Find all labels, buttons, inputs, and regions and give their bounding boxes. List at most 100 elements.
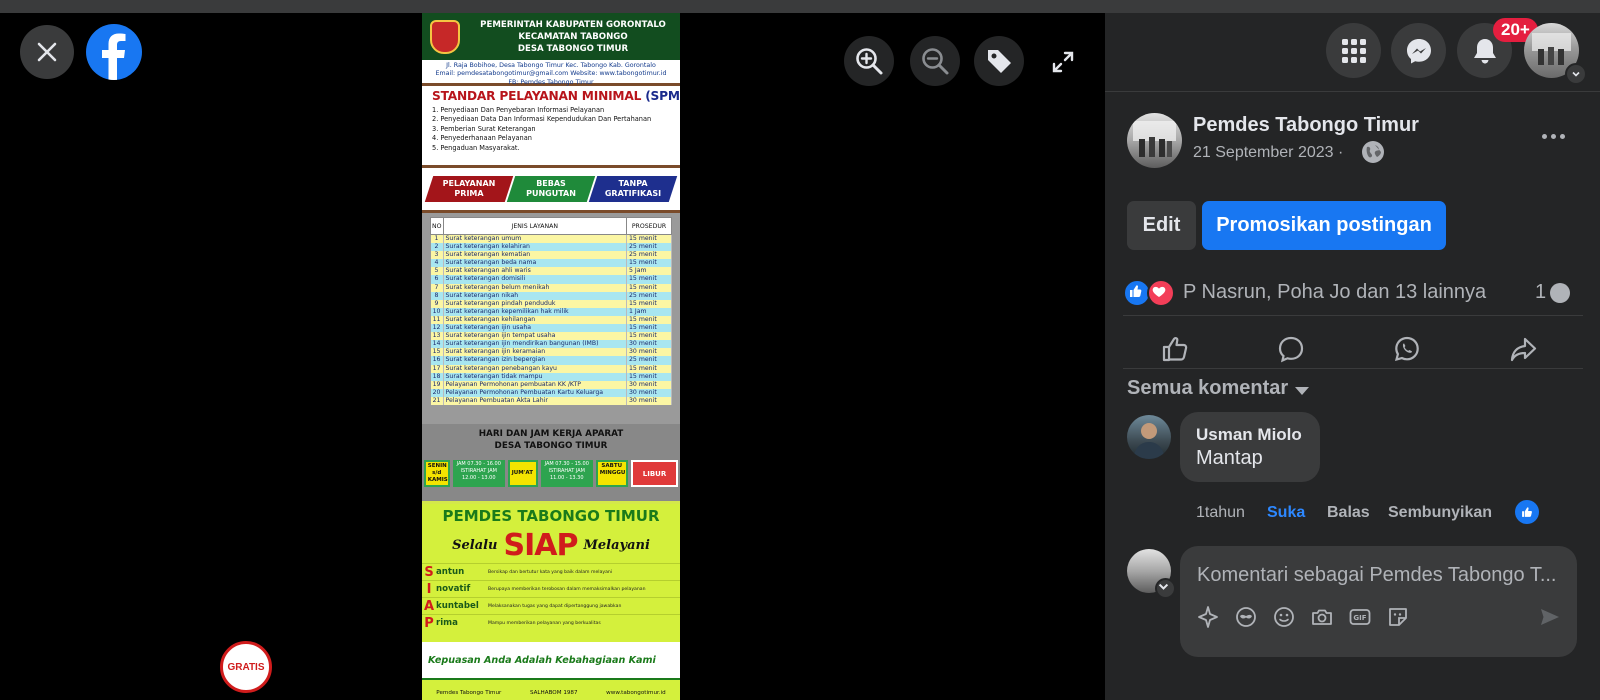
siap-slogan: Selalu SIAP Melayani (422, 527, 680, 563)
table-row: 2 Surat keterangan kelahiran 25 menit (430, 243, 672, 252)
row-number: 16 (430, 356, 444, 365)
profile-switch-chevron[interactable] (1155, 578, 1176, 599)
comment-like-button[interactable]: Suka (1267, 504, 1305, 522)
zoom-out-button[interactable] (910, 36, 960, 86)
row-duration: 15 menit (626, 364, 672, 373)
facebook-f-icon (102, 33, 126, 80)
post-date[interactable]: 21 September 2023 · (1193, 144, 1343, 162)
row-service: Surat keterangan umum (443, 234, 627, 244)
row-number: 15 (430, 348, 444, 357)
account-menu-chevron[interactable] (1565, 63, 1587, 85)
comment-like-badge[interactable] (1515, 500, 1539, 524)
table-row: 7 Surat keterangan belum menikah 15 menit (430, 283, 672, 292)
row-service: Pelayanan Pembuatan Akta Lahir (443, 396, 627, 405)
messenger-icon (1406, 38, 1431, 63)
table-row: 3 Surat keterangan kematian 25 menit (430, 251, 672, 260)
siap-word: antun (436, 567, 465, 577)
row-number: 6 (430, 275, 444, 284)
comment-input[interactable] (1195, 556, 1569, 594)
page-avatar[interactable] (1127, 113, 1182, 168)
page-name-link[interactable]: Pemdes Tabongo Timur (1193, 114, 1419, 137)
globe-icon (1362, 141, 1384, 163)
row-duration: 5 Jam (626, 267, 672, 276)
table-row: 10 Surat keterangan kepemilikan hak milik… (430, 307, 672, 316)
share-action-button[interactable] (1503, 329, 1543, 369)
row-number: 19 (430, 380, 444, 389)
spm-title-red: STANDAR PELAYANAN MINIMAL (432, 89, 646, 103)
commenter-photo (1133, 423, 1165, 459)
spm-title-blue: (SPM) (645, 89, 680, 103)
post-photo: PEMERINTAH KABUPATEN GORONTALO KECAMATAN… (422, 13, 680, 700)
row-number: 13 (430, 332, 444, 341)
caret-down-icon[interactable] (1295, 387, 1309, 395)
siap-row: Inovatif Berupaya memberikan terobosan da… (422, 580, 680, 597)
table-row: 21 Pelayanan Pembuatan Akta Lahir 30 menit (430, 396, 672, 405)
mask-button[interactable] (1233, 604, 1259, 630)
row-number: 5 (430, 267, 444, 276)
like-action-button[interactable] (1155, 329, 1195, 369)
close-button[interactable] (20, 25, 74, 79)
badge-bebas-pungutan: BEBAS PUNGUTAN (506, 176, 596, 202)
siap-big-word: SIAP (503, 527, 579, 563)
camera-icon (1312, 609, 1332, 625)
row-number: 7 (430, 283, 444, 292)
row-duration: 25 menit (626, 291, 672, 300)
comment-filter-dropdown[interactable]: Semua komentar (1127, 377, 1288, 400)
sticker-button[interactable] (1385, 604, 1411, 630)
poster-address-line: Email: pemdesatabongotimur@gmail.com Web… (435, 70, 667, 78)
zoom-in-button[interactable] (844, 36, 894, 86)
spm-item: 5. Pengaduan Masyarakat. (432, 143, 520, 152)
table-row: 11 Surat keterangan kehilangan 15 menit (430, 315, 672, 325)
table-row: 8 Surat keterangan nikah 25 menit (430, 291, 672, 300)
top-strip (0, 0, 1600, 13)
whatsapp-share-button[interactable] (1387, 329, 1427, 369)
reaction-names-link[interactable]: P Nasrun, Poha Jo dan 13 lainnya (1183, 281, 1486, 304)
row-service: Surat keterangan ijin keramaian (443, 348, 627, 357)
spm-item: 4. Penyederhanaan Pelayanan (432, 134, 532, 143)
commenter-avatar[interactable] (1127, 415, 1171, 459)
send-comment-button[interactable] (1537, 604, 1563, 630)
photo-button[interactable] (1309, 604, 1335, 630)
comment-reply-button[interactable]: Balas (1327, 504, 1370, 522)
fullscreen-button[interactable] (1050, 49, 1076, 75)
table-row: 4 Surat keterangan beda nama 15 menit (430, 259, 672, 268)
post-options-button[interactable] (1533, 121, 1573, 151)
comment-hide-button[interactable]: Sembunyikan (1388, 504, 1492, 522)
row-number: 12 (430, 324, 444, 333)
comment-action-button[interactable] (1271, 329, 1311, 369)
hours-day: JUM'AT (507, 460, 538, 487)
more-dot-icon (1550, 133, 1556, 139)
row-duration: 30 menit (626, 396, 672, 405)
tag-photo-button[interactable] (974, 36, 1024, 86)
edit-button[interactable]: Edit (1127, 201, 1196, 250)
row-service: Pelayanan Permohonan pembuatan KK /KTP (443, 380, 627, 389)
more-dot-icon (1541, 133, 1547, 139)
row-number: 21 (430, 396, 444, 405)
gratis-stamp: GRATIS (220, 641, 272, 693)
table-row: 19 Pelayanan Permohonan pembuatan KK /KTP… (430, 380, 672, 389)
gif-button[interactable]: GIF (1347, 604, 1373, 630)
badge-tanpa-gratifikasi: TANPA GRATIFIKASI (588, 176, 678, 202)
hours-title-line: DESA TABONGO TIMUR (494, 441, 608, 451)
menu-button[interactable] (1326, 23, 1381, 78)
love-reaction-icon (1147, 279, 1175, 307)
row-number: 14 (430, 340, 444, 349)
comment-count[interactable]: 1 (1535, 281, 1546, 304)
row-number: 3 (430, 251, 444, 260)
promote-post-button[interactable]: Promosikan postingan (1202, 201, 1446, 250)
chevron-down-icon (1572, 71, 1580, 77)
kepuasan-banner: Kepuasan Anda Adalah Kebahagiaan Kami (422, 642, 680, 678)
comment-bubble: Usman Miolo Mantap (1180, 412, 1320, 482)
siap-right-word: Melayani (583, 537, 650, 553)
table-header-service: JENIS LAYANAN (442, 217, 627, 235)
comment-timestamp[interactable]: 1tahun (1196, 504, 1245, 522)
facebook-logo[interactable] (86, 24, 142, 80)
comment-author-link[interactable]: Usman Miolo (1196, 425, 1302, 445)
send-icon (1541, 609, 1559, 625)
emoji-button[interactable] (1271, 604, 1297, 630)
hours-time: JAM 07.30 - 16.00 ISTIRAHAT JAM 12.00 - … (452, 460, 505, 487)
avatar-sticker-button[interactable] (1195, 604, 1221, 630)
siap-row: Santun Bersikap dan bertutur kata yang ba… (422, 563, 680, 580)
messenger-button[interactable] (1391, 23, 1446, 78)
poster-footer-item: SALHABOM 1987 (529, 689, 578, 696)
